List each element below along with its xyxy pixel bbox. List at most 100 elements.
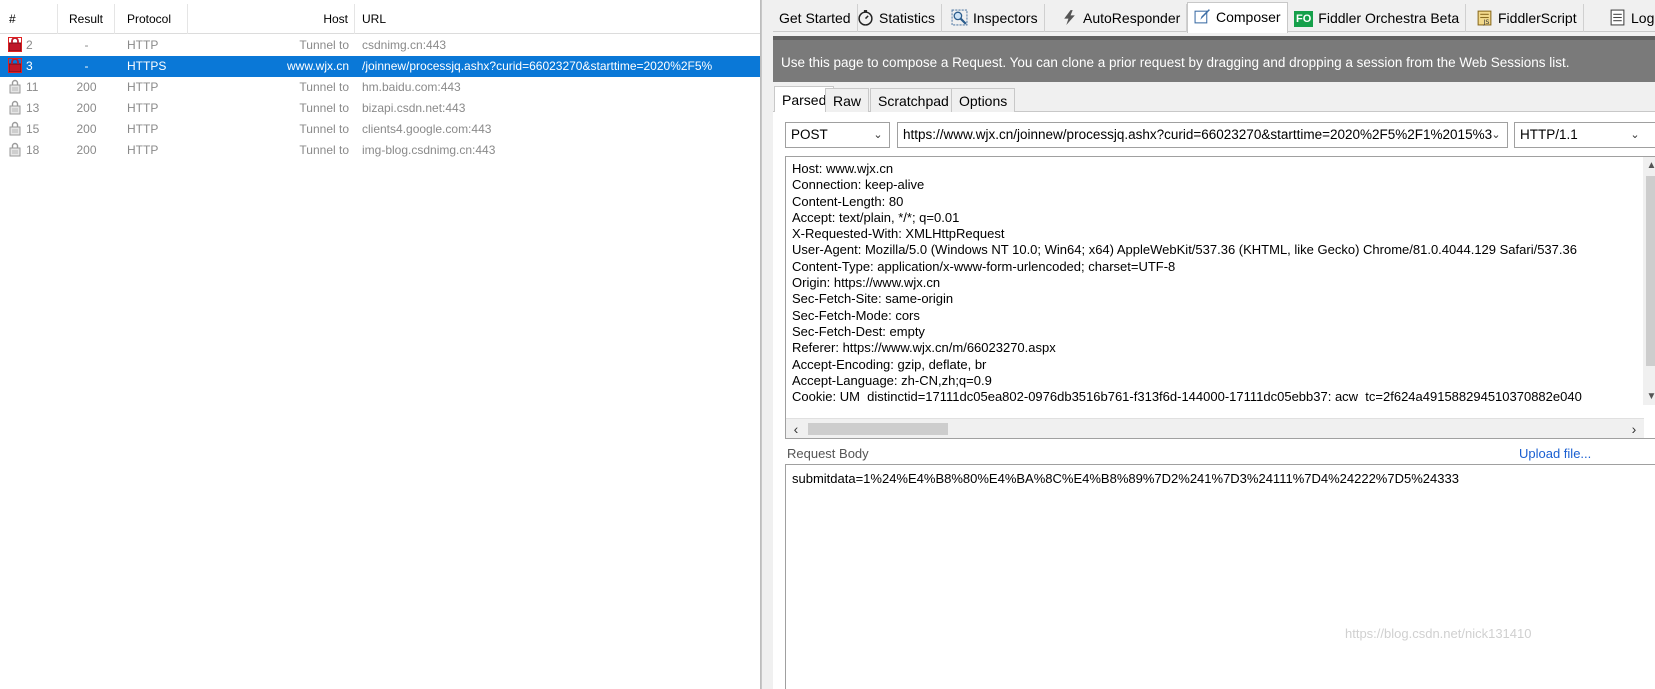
- lightning-icon: [1064, 10, 1075, 25]
- headers-horizontal-scrollbar[interactable]: ‹ ›: [786, 418, 1644, 438]
- session-num: 13: [0, 98, 58, 119]
- session-result: -: [84, 59, 89, 73]
- tab-composer-label: Composer: [1216, 9, 1281, 25]
- composer-subtabs: Parsed Raw Scratchpad Options: [773, 86, 1655, 113]
- subtab-raw[interactable]: Raw: [825, 88, 870, 112]
- pencil-edit-icon: [1194, 9, 1210, 24]
- session-protocol: HTTP: [127, 38, 159, 52]
- tab-autoresponder-label: AutoResponder: [1083, 10, 1181, 26]
- session-host: Tunnel to: [299, 101, 349, 115]
- chevron-down-icon: ⌄: [873, 129, 883, 141]
- column-header-host[interactable]: Host: [188, 4, 355, 34]
- subtab-options[interactable]: Options: [951, 88, 1016, 112]
- script-scroll-icon: JS: [1477, 10, 1492, 26]
- column-header-url[interactable]: URL: [355, 4, 760, 34]
- url-value: https://www.wjx.cn/joinnew/processjq.ash…: [903, 127, 1493, 142]
- scroll-right-icon[interactable]: ›: [1624, 419, 1644, 438]
- stopwatch-icon: [858, 10, 873, 26]
- session-url: img-blog.csdnimg.cn:443: [362, 143, 496, 157]
- tab-log[interactable]: Log: [1603, 4, 1655, 32]
- sessions-header: # Result Protocol Host URL: [0, 4, 760, 34]
- pane-splitter[interactable]: [761, 0, 773, 689]
- http-version-select[interactable]: HTTP/1.1 ⌄: [1514, 122, 1655, 148]
- fo-badge-icon: FO: [1294, 11, 1314, 27]
- session-row[interactable]: 3 - HTTPS www.wjx.cn/joinnew/processjq.ashx…: [0, 56, 760, 77]
- column-header-protocol[interactable]: Protocol: [115, 4, 188, 34]
- session-url: /joinnew/processjq.ashx?curid=66023270&s…: [362, 59, 713, 73]
- url-input[interactable]: https://www.wjx.cn/joinnew/processjq.ash…: [897, 122, 1508, 148]
- tab-get-started[interactable]: Get Started: [773, 4, 858, 32]
- tab-composer[interactable]: Composer: [1187, 2, 1288, 33]
- session-num-text: 3: [26, 59, 33, 73]
- request-body-editor[interactable]: submitdata=1%24%E4%B8%80%E4%BA%8C%E4%B8%…: [785, 464, 1655, 689]
- session-url: csdnimg.cn:443: [362, 38, 447, 52]
- lock-icon: [9, 79, 21, 94]
- session-protocol: HTTP: [127, 143, 159, 157]
- tab-statistics[interactable]: Statistics: [851, 4, 943, 32]
- method-select[interactable]: POST ⌄: [785, 122, 890, 148]
- session-host: Tunnel to: [299, 122, 349, 136]
- session-num: 2: [0, 35, 58, 56]
- request-headers-text[interactable]: Host: www.wjx.cn Connection: keep-alive …: [792, 161, 1637, 401]
- column-header-result[interactable]: Result: [58, 4, 115, 34]
- right-pane: Get Started Statistics Inspectors AutoRe…: [773, 0, 1655, 689]
- composer-parsed-panel: POST ⌄ https://www.wjx.cn/joinnew/proces…: [773, 112, 1655, 689]
- session-row[interactable]: 2 - HTTP Tunnel to csdnimg.cn:443: [0, 35, 760, 56]
- session-row[interactable]: 15 200 HTTP Tunnel to clients4.google.com:44…: [0, 119, 760, 140]
- request-body-label: Request Body: [787, 446, 869, 461]
- session-row[interactable]: 11 200 HTTP Tunnel to hm.baidu.com:443: [0, 77, 760, 98]
- session-url: clients4.google.com:443: [362, 122, 492, 136]
- session-result: 200: [76, 101, 97, 115]
- column-header-num[interactable]: #: [0, 4, 58, 34]
- session-row[interactable]: 18 200 HTTP Tunnel to img-blog.csdnimg.cn:44…: [0, 140, 760, 161]
- session-num: 11: [0, 77, 58, 98]
- session-num-text: 13: [26, 101, 40, 115]
- chevron-down-icon: ⌄: [1491, 129, 1501, 141]
- session-result: -: [84, 38, 89, 52]
- scroll-down-icon[interactable]: ▼: [1643, 388, 1655, 405]
- inspector-magnifier-icon: [951, 9, 968, 26]
- lock-icon: [9, 142, 21, 157]
- tab-statistics-label: Statistics: [879, 10, 936, 26]
- session-host: Tunnel to: [299, 143, 349, 157]
- lock-icon: [8, 58, 22, 73]
- session-host: Tunnel to: [299, 80, 349, 94]
- tab-get-started-label: Get Started: [779, 10, 851, 26]
- session-url: hm.baidu.com:443: [362, 80, 461, 94]
- session-protocol: HTTP: [127, 101, 159, 115]
- session-host: Tunnel to: [299, 38, 349, 52]
- session-num-text: 11: [26, 80, 39, 94]
- tab-log-label: Log: [1631, 10, 1655, 26]
- scroll-left-icon[interactable]: ‹: [786, 419, 806, 438]
- web-sessions-list[interactable]: # Result Protocol Host URL 2 - HTTP Tunnel …: [0, 0, 761, 689]
- tab-fiddler-orchestra-label: Fiddler Orchestra Beta: [1318, 10, 1460, 26]
- request-body-text[interactable]: submitdata=1%24%E4%B8%80%E4%BA%8C%E4%B8%…: [792, 471, 1459, 486]
- chevron-down-icon: ⌄: [1630, 129, 1640, 141]
- session-host: www.wjx.cn: [286, 59, 349, 73]
- lock-icon: [8, 37, 22, 52]
- scroll-thumb[interactable]: [808, 423, 948, 435]
- session-url: bizapi.csdn.net:443: [362, 101, 466, 115]
- tab-fiddlerscript-label: FiddlerScript: [1498, 10, 1577, 26]
- tab-inspectors[interactable]: Inspectors: [945, 4, 1045, 32]
- session-result: 200: [76, 80, 97, 94]
- sessions-rows: 2 - HTTP Tunnel to csdnimg.cn:443 3 - HTTPS www.…: [0, 35, 760, 161]
- session-row[interactable]: 13 200 HTTP Tunnel to bizapi.csdn.net:443: [0, 98, 760, 119]
- headers-vertical-scrollbar[interactable]: ▲ ▼: [1643, 157, 1655, 405]
- tab-inspectors-label: Inspectors: [973, 10, 1038, 26]
- tab-fiddler-orchestra[interactable]: FO Fiddler Orchestra Beta: [1288, 4, 1467, 32]
- scroll-up-icon[interactable]: ▲: [1643, 157, 1655, 174]
- subtab-scratchpad[interactable]: Scratchpad: [870, 88, 957, 112]
- upload-file-link[interactable]: Upload file...: [1519, 446, 1591, 461]
- tab-fiddlerscript[interactable]: JS FiddlerScript: [1470, 4, 1584, 32]
- main-tabs: Get Started Statistics Inspectors AutoRe…: [773, 2, 1655, 33]
- tab-autoresponder[interactable]: AutoResponder: [1055, 4, 1188, 32]
- lock-icon: [9, 121, 21, 136]
- session-protocol: HTTP: [127, 80, 159, 94]
- scroll-thumb[interactable]: [1646, 176, 1655, 366]
- session-num: 18: [0, 140, 58, 161]
- http-version-value: HTTP/1.1: [1520, 127, 1578, 142]
- request-headers-editor[interactable]: Host: www.wjx.cn Connection: keep-alive …: [785, 156, 1655, 439]
- session-protocol: HTTPS: [127, 59, 167, 73]
- session-num: 3: [0, 56, 58, 77]
